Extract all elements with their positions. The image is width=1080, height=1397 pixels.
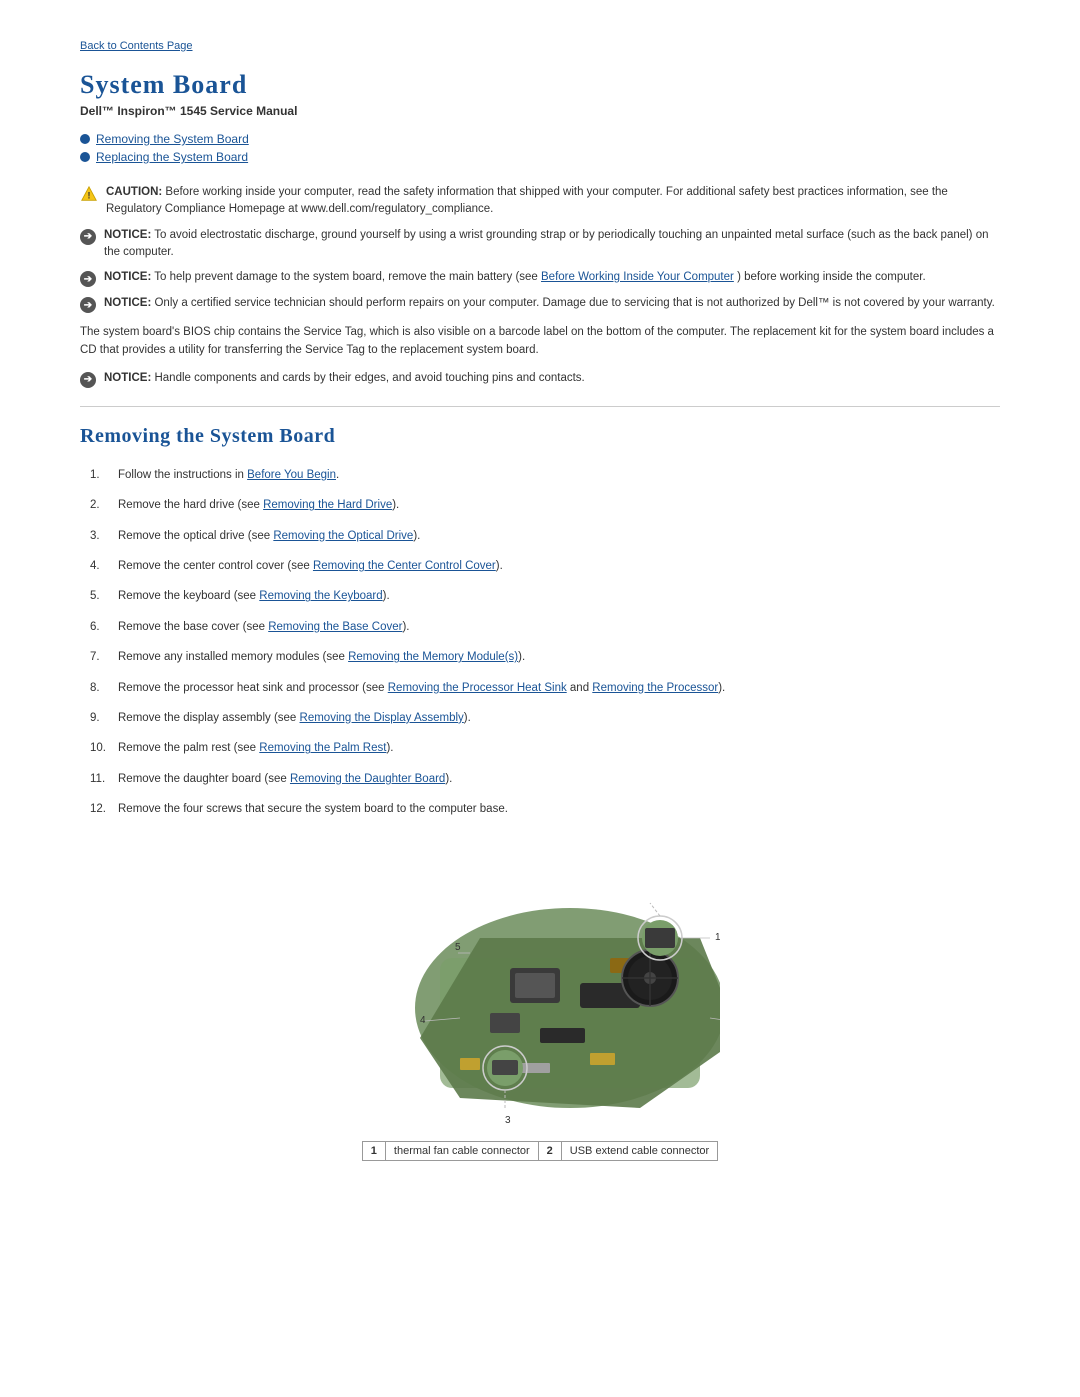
step-10: Remove the palm rest (see Removing the P…	[90, 739, 1000, 757]
notice-block-3: ➔ NOTICE: Only a certified service techn…	[80, 295, 1000, 313]
removing-optical-drive-link[interactable]: Removing the Optical Drive	[273, 530, 413, 542]
caption-text-1: thermal fan cable connector	[385, 1142, 538, 1161]
svg-text:5: 5	[455, 942, 461, 953]
svg-text:3: 3	[505, 1115, 511, 1126]
caption-num-2: 2	[538, 1142, 561, 1161]
notice-icon-2: ➔	[80, 270, 96, 287]
steps-list: Follow the instructions in Before You Be…	[90, 466, 1000, 819]
step-4: Remove the center control cover (see Rem…	[90, 557, 1000, 575]
toc-item-replacing: Replacing the System Board	[80, 150, 1000, 164]
body-paragraph: The system board's BIOS chip contains th…	[80, 323, 1000, 360]
section-title-removing: Removing the System Board	[80, 425, 1000, 448]
page-title: System Board	[80, 70, 1000, 100]
motherboard-diagram: 1 4 5 2 3	[360, 838, 720, 1128]
step-3: Remove the optical drive (see Removing t…	[90, 527, 1000, 545]
removing-daughter-board-link[interactable]: Removing the Daughter Board	[290, 773, 445, 785]
toc-link-removing[interactable]: Removing the System Board	[96, 132, 249, 146]
notice-text-3: NOTICE: Only a certified service technic…	[104, 295, 995, 312]
subtitle: Dell™ Inspiron™ 1545 Service Manual	[80, 104, 1000, 118]
second-notice-text: NOTICE: Handle components and cards by t…	[104, 370, 585, 387]
motherboard-image-container: 1 4 5 2 3 1 thermal fan cable connector …	[80, 838, 1000, 1161]
notice-text-2: NOTICE: To help prevent damage to the sy…	[104, 269, 926, 286]
second-notice-icon: ➔	[80, 371, 96, 388]
step-1: Follow the instructions in Before You Be…	[90, 466, 1000, 484]
removing-base-cover-link[interactable]: Removing the Base Cover	[268, 621, 402, 633]
notice-icon-1: ➔	[80, 228, 96, 245]
step-2: Remove the hard drive (see Removing the …	[90, 496, 1000, 514]
removing-center-control-link[interactable]: Removing the Center Control Cover	[313, 560, 496, 572]
caption-num-1: 1	[362, 1142, 385, 1161]
notice-icon-3: ➔	[80, 296, 96, 313]
second-notice-block: ➔ NOTICE: Handle components and cards by…	[80, 370, 1000, 388]
step-12: Remove the four screws that secure the s…	[90, 800, 1000, 818]
removing-processor-link[interactable]: Removing the Processor	[592, 682, 718, 694]
caption-text-2: USB extend cable connector	[561, 1142, 717, 1161]
step-7: Remove any installed memory modules (see…	[90, 648, 1000, 666]
caution-icon: !	[80, 185, 98, 209]
toc-item-removing: Removing the System Board	[80, 132, 1000, 146]
step-6: Remove the base cover (see Removing the …	[90, 618, 1000, 636]
notice-text-1: NOTICE: To avoid electrostatic discharge…	[104, 227, 1000, 262]
before-you-begin-link[interactable]: Before You Begin	[247, 469, 336, 481]
step-11: Remove the daughter board (see Removing …	[90, 770, 1000, 788]
step-5: Remove the keyboard (see Removing the Ke…	[90, 587, 1000, 605]
svg-text:1: 1	[715, 932, 720, 943]
toc-list: Removing the System Board Replacing the …	[80, 132, 1000, 164]
svg-text:!: !	[88, 191, 91, 201]
removing-display-link[interactable]: Removing the Display Assembly	[300, 712, 464, 724]
notices-section: ! CAUTION: Before working inside your co…	[80, 184, 1000, 313]
before-working-link[interactable]: Before Working Inside Your Computer	[541, 271, 734, 283]
image-caption-table: 1 thermal fan cable connector 2 USB exte…	[362, 1141, 718, 1161]
step-9: Remove the display assembly (see Removin…	[90, 709, 1000, 727]
caution-block: ! CAUTION: Before working inside your co…	[80, 184, 1000, 219]
divider	[80, 406, 1000, 407]
toc-link-replacing[interactable]: Replacing the System Board	[96, 150, 248, 164]
caution-text: CAUTION: Before working inside your comp…	[106, 184, 1000, 219]
removing-hard-drive-link[interactable]: Removing the Hard Drive	[263, 499, 392, 511]
removing-palm-rest-link[interactable]: Removing the Palm Rest	[259, 742, 386, 754]
svg-text:4: 4	[420, 1015, 426, 1026]
removing-memory-link[interactable]: Removing the Memory Module(s)	[348, 651, 518, 663]
removing-heatsink-link[interactable]: Removing the Processor Heat Sink	[388, 682, 567, 694]
removing-keyboard-link[interactable]: Removing the Keyboard	[259, 590, 382, 602]
notice-block-2: ➔ NOTICE: To help prevent damage to the …	[80, 269, 1000, 287]
notice-block-1: ➔ NOTICE: To avoid electrostatic dischar…	[80, 227, 1000, 262]
back-to-contents-link[interactable]: Back to Contents Page	[80, 40, 193, 52]
step-8: Remove the processor heat sink and proce…	[90, 679, 1000, 697]
